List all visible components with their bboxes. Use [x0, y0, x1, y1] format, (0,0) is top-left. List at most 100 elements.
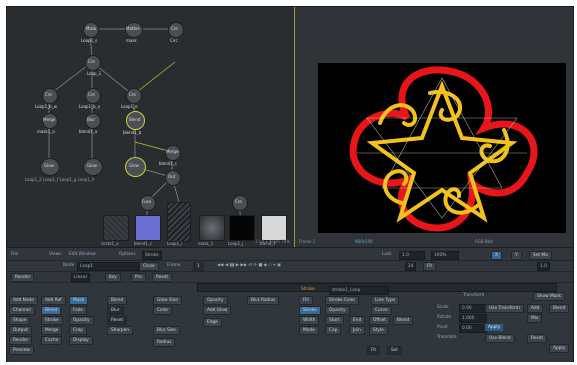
- mid-blur[interactable]: Blur: [107, 306, 124, 315]
- use-blend-button[interactable]: Use Blend: [485, 334, 515, 343]
- transform-label: Transform: [463, 293, 485, 298]
- prop-fill[interactable]: Fill: [299, 296, 313, 305]
- mix-button[interactable]: Mix: [527, 314, 543, 323]
- reset-right-button[interactable]: Reset: [527, 334, 548, 343]
- tool-add-node[interactable]: Add Node: [9, 296, 38, 305]
- add-button[interactable]: Add: [527, 304, 544, 313]
- lock-label[interactable]: Lock: [382, 251, 392, 258]
- scale-field[interactable]: 1.0: [537, 262, 550, 271]
- prop-opacity[interactable]: Opacity: [325, 306, 350, 315]
- transport-icons[interactable]: ◀◀ ◀ ▮▮ ▶ ▶▶ ⟲ ⟳ ■ ◆ ◇ ⌖ ▣: [217, 262, 281, 269]
- mid-opacity[interactable]: Opacity: [203, 296, 228, 305]
- prop-stroke-color[interactable]: Stroke Color: [325, 296, 360, 305]
- mid-blend[interactable]: Blend: [107, 296, 128, 305]
- current-frame[interactable]: 1: [193, 262, 204, 271]
- tool-output[interactable]: Output: [9, 326, 32, 335]
- props-tab[interactable]: stroke1_Loop: [329, 286, 389, 295]
- y-button[interactable]: Y: [511, 251, 522, 260]
- tool-mask[interactable]: Mask: [69, 296, 89, 305]
- scale-value[interactable]: 0.00: [459, 304, 487, 313]
- apply-selected[interactable]: Apply: [485, 324, 504, 331]
- fps-field[interactable]: 24: [405, 262, 417, 271]
- tool-render[interactable]: Render: [9, 336, 33, 345]
- tool-shape[interactable]: Shape: [9, 316, 31, 325]
- fit-bottom-button[interactable]: Fit: [367, 346, 381, 355]
- mid-blur-radius[interactable]: Blur Radius: [247, 296, 280, 305]
- use-transform-button[interactable]: Use Transform: [485, 304, 524, 313]
- thumbnail[interactable]: [135, 215, 161, 241]
- prop-end[interactable]: End: [349, 316, 366, 325]
- tool-opacity[interactable]: Opacity: [69, 316, 94, 325]
- tool-fade[interactable]: Fade: [69, 306, 88, 315]
- prop-cap[interactable]: Cap: [325, 326, 342, 335]
- menu-views[interactable]: Views: [49, 251, 61, 258]
- blend-button[interactable]: Blend: [549, 304, 570, 313]
- mid-sharpen[interactable]: Sharpen: [107, 326, 133, 335]
- lock-value[interactable]: 1.0: [399, 251, 425, 260]
- menu-options[interactable]: Options: [119, 251, 136, 258]
- close-button[interactable]: Close: [139, 262, 159, 271]
- mid-color[interactable]: Color: [153, 306, 173, 315]
- menu-file[interactable]: File: [11, 251, 18, 258]
- prop-line-type[interactable]: Line Type: [371, 296, 400, 305]
- tool-preview[interactable]: Preview: [9, 346, 34, 355]
- thumbnail-label: blend1_c: [134, 241, 152, 246]
- compositor-app: Mask Loop1_s Mattes mask Cre Circ Cre Lo…: [6, 6, 574, 362]
- node-label: Cre: [129, 92, 136, 97]
- prop-start[interactable]: Start: [325, 316, 344, 325]
- tool-add-ref[interactable]: Add Ref: [41, 296, 66, 305]
- mid-blur-size[interactable]: Blur Size: [153, 326, 180, 335]
- tool-crop[interactable]: Crop: [69, 326, 88, 335]
- node-sublabel: Loop1_s: [81, 38, 98, 43]
- node-graph[interactable]: Mask Loop1_s Mattes mask Cre Circ Cre Lo…: [7, 7, 295, 247]
- prop-width[interactable]: Width: [299, 316, 320, 325]
- mid-reset[interactable]: Reset: [107, 316, 128, 325]
- mid-edge[interactable]: Edge: [203, 318, 222, 327]
- reset-button[interactable]: Reset: [152, 273, 173, 282]
- x-button[interactable]: X: [491, 251, 502, 260]
- node-name-field[interactable]: Loop1: [77, 262, 139, 271]
- thumbnail[interactable]: [199, 215, 225, 241]
- viewer-resolution: 960x540: [355, 239, 373, 244]
- prop-curve[interactable]: Curve: [371, 306, 392, 315]
- pivot-value[interactable]: 0.00: [459, 324, 487, 333]
- tool-stroke[interactable]: Stroke: [41, 316, 63, 325]
- tool-merge[interactable]: Merge: [41, 326, 63, 335]
- set-mask-button[interactable]: Set Ma: [529, 251, 552, 260]
- stroke-field[interactable]: Stroke: [142, 251, 162, 260]
- prop-join[interactable]: Join: [349, 326, 365, 335]
- node-sublabel: blend1_a: [79, 129, 98, 134]
- thumbnail[interactable]: [229, 215, 255, 241]
- thumbnail-label: Loop1_j: [228, 241, 244, 246]
- show-mask-button[interactable]: Show Mask: [533, 292, 566, 301]
- thumbnail[interactable]: [103, 215, 129, 241]
- mid-add-glow[interactable]: Add Glow: [203, 306, 232, 315]
- apply-button[interactable]: Apply: [549, 344, 570, 353]
- tool-display[interactable]: Display: [69, 336, 93, 345]
- node-label: Merge: [166, 149, 179, 154]
- render-button[interactable]: Render: [11, 273, 35, 282]
- fit-button[interactable]: Fit: [423, 262, 437, 271]
- rotate-value[interactable]: 1.000: [459, 314, 487, 323]
- thumbnail[interactable]: [261, 215, 287, 241]
- zoom-field[interactable]: 100%: [431, 251, 459, 260]
- sel-bottom-button[interactable]: Sel: [387, 346, 402, 355]
- menu-edit-window[interactable]: Edit Window: [69, 251, 96, 258]
- prop-offset[interactable]: Offset: [369, 316, 390, 325]
- rotate-label: Rotate: [437, 315, 452, 320]
- key-button[interactable]: Key: [105, 273, 121, 282]
- viewer-canvas[interactable]: [318, 63, 566, 233]
- mid-radius[interactable]: Radius: [153, 338, 176, 347]
- tool-channel[interactable]: Channel: [9, 306, 35, 315]
- prop-mode[interactable]: Mode: [299, 326, 319, 335]
- prop-style[interactable]: Style: [369, 326, 388, 335]
- linear-select[interactable]: Linear: [71, 273, 91, 282]
- thumbnail[interactable]: [167, 202, 191, 242]
- tool-cache[interactable]: Cache: [41, 336, 63, 345]
- pre-button[interactable]: Pre: [131, 273, 146, 282]
- viewer[interactable]: Frame 1 960x540 RGB 8bit: [295, 7, 573, 247]
- prop-blend[interactable]: Blend: [393, 316, 414, 325]
- tool-blend[interactable]: Blend: [41, 306, 62, 315]
- mid-glow-size[interactable]: Glow Size: [153, 296, 182, 305]
- prop-stroke[interactable]: Stroke: [299, 306, 321, 315]
